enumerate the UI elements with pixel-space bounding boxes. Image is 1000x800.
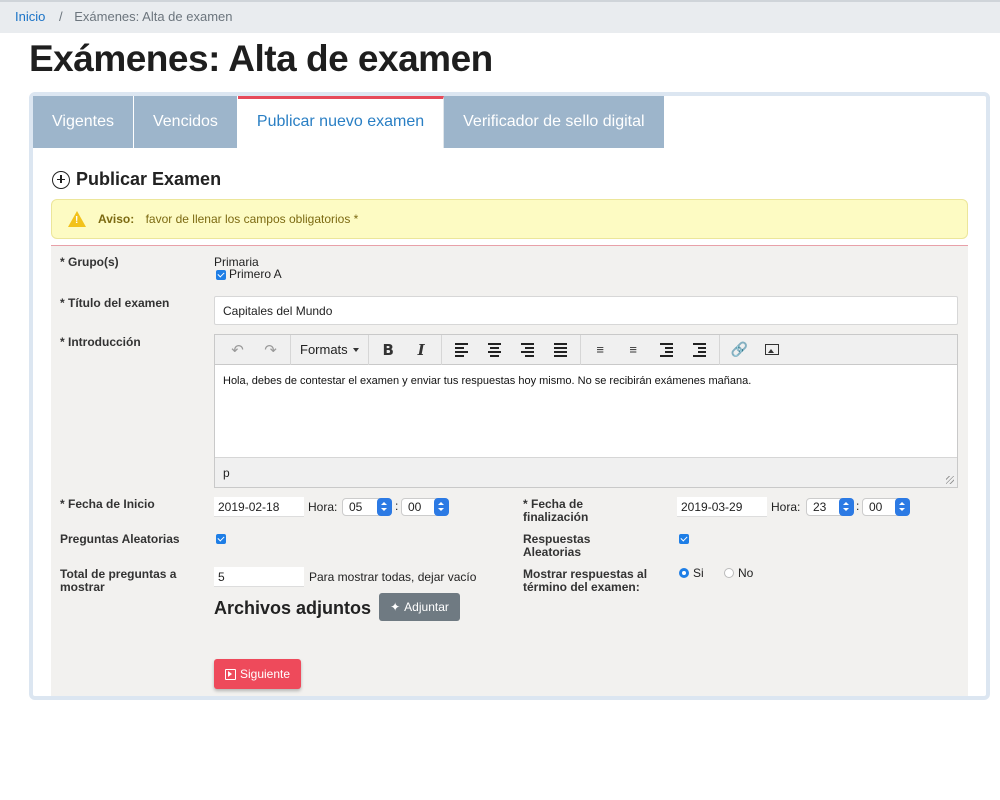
bullet-list-icon[interactable]: ≡ (584, 338, 617, 362)
group-child: Primero A (229, 267, 282, 281)
circle-plus-icon (52, 170, 70, 189)
attachments-title: Archivos adjuntos (214, 598, 372, 618)
section-title: Publicar Examen (52, 169, 221, 190)
warning-alert: ! Aviso: favor de llenar los campos obli… (51, 199, 968, 239)
element-path[interactable]: p (223, 466, 230, 480)
start-hora-label: Hora: (308, 500, 338, 514)
title-label: * Título del examen (60, 296, 170, 310)
end-colon: : (856, 499, 860, 513)
breadcrumb-current: Exámenes: Alta de examen (74, 9, 233, 24)
end-hour-select[interactable]: 23 (806, 498, 854, 516)
indent-icon[interactable] (683, 338, 716, 362)
tab-publicar-nuevo-examen[interactable]: Publicar nuevo examen (237, 96, 445, 148)
tab-bar: Vigentes Vencidos Publicar nuevo examen … (33, 96, 665, 148)
numbered-list-icon[interactable]: ≡ (617, 338, 650, 362)
end-minute-select[interactable]: 00 (862, 498, 910, 516)
section-title-text: Publicar Examen (76, 169, 222, 189)
random-answers-label: Respuestas Aleatorias (523, 532, 591, 559)
total-questions-hint: Para mostrar todas, dejar vacío (309, 570, 477, 584)
intro-editor: ↶ ↷ Formats B I ≡ ≡ 🔗 Hola, debes de con… (214, 334, 958, 488)
formats-dropdown[interactable]: Formats (294, 338, 365, 362)
italic-icon[interactable]: I (405, 338, 438, 362)
breadcrumb: Inicio / Exámenes: Alta de examen (0, 0, 1000, 33)
attach-button[interactable]: ✦ Adjuntar (379, 593, 460, 621)
breadcrumb-separator: / (58, 9, 63, 24)
tab-vigentes[interactable]: Vigentes (33, 96, 134, 148)
tab-vencidos[interactable]: Vencidos (133, 96, 238, 148)
total-questions-label: Total de preguntas a mostrar (60, 567, 177, 594)
align-left-icon[interactable] (445, 338, 478, 362)
random-questions-label: Preguntas Aleatorias (60, 532, 180, 546)
select-arrows-icon (839, 498, 854, 516)
end-date-label: * Fecha de finalización (523, 497, 589, 524)
bold-icon[interactable]: B (372, 338, 405, 362)
undo-icon[interactable]: ↶ (221, 338, 254, 362)
start-date-label: * Fecha de Inicio (60, 497, 155, 511)
editor-content[interactable]: Hola, debes de contestar el examen y env… (215, 365, 957, 457)
end-hora-label: Hora: (771, 500, 801, 514)
start-hour-select[interactable]: 05 (342, 498, 392, 516)
show-answers-no-label: No (738, 566, 754, 580)
resize-handle-icon[interactable] (946, 476, 954, 484)
page-title: Exámenes: Alta de examen (29, 38, 493, 79)
title-input[interactable]: Capitales del Mundo (214, 296, 958, 325)
group-checkbox[interactable] (216, 270, 226, 280)
show-answers-radio-si[interactable] (679, 568, 689, 578)
start-colon: : (395, 499, 399, 513)
random-answers-checkbox[interactable] (679, 534, 689, 544)
end-date-input[interactable]: 2019-03-29 (677, 497, 767, 517)
warning-icon: ! (68, 211, 86, 227)
paperclip-icon: ✦ (390, 600, 401, 614)
align-justify-icon[interactable] (544, 338, 577, 362)
exam-card: Vigentes Vencidos Publicar nuevo examen … (29, 92, 990, 700)
intro-label: * Introducción (60, 335, 141, 349)
total-questions-input[interactable]: 5 (214, 567, 304, 587)
outdent-icon[interactable] (650, 338, 683, 362)
align-center-icon[interactable] (478, 338, 511, 362)
show-answers-label: Mostrar respuestas al término del examen… (523, 567, 648, 594)
link-icon[interactable]: 🔗 (723, 338, 756, 362)
editor-toolbar: ↶ ↷ Formats B I ≡ ≡ 🔗 (215, 334, 957, 365)
next-button[interactable]: Siguiente (214, 659, 301, 689)
breadcrumb-home-link[interactable]: Inicio (15, 9, 45, 24)
image-icon[interactable] (756, 338, 789, 362)
editor-statusbar: p (215, 457, 957, 487)
groups-label: * Grupo(s) (60, 255, 119, 269)
tab-verificador-sello[interactable]: Verificador de sello digital (444, 96, 665, 148)
alert-title: Aviso: (98, 212, 135, 226)
show-answers-si-label: Si (693, 566, 704, 580)
alert-message: favor de llenar los campos obligatorios … (145, 212, 359, 226)
next-icon (224, 668, 236, 680)
select-arrows-icon (434, 498, 449, 516)
select-arrows-icon (377, 498, 392, 516)
align-right-icon[interactable] (511, 338, 544, 362)
exam-form: * Grupo(s) Primaria Primero A * Título d… (51, 245, 968, 696)
redo-icon[interactable]: ↷ (254, 338, 287, 362)
select-arrows-icon (895, 498, 910, 516)
start-date-input[interactable]: 2019-02-18 (214, 497, 304, 517)
show-answers-radio-no[interactable] (724, 568, 734, 578)
random-questions-checkbox[interactable] (216, 534, 226, 544)
start-minute-select[interactable]: 00 (401, 498, 449, 516)
